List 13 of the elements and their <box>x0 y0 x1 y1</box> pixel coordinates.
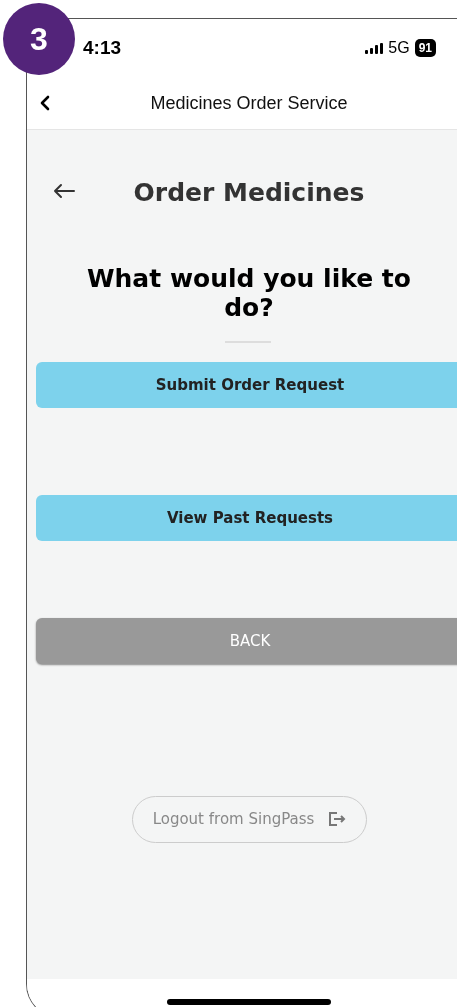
signal-icon <box>365 42 384 54</box>
nav-title: Medicines Order Service <box>149 92 349 114</box>
battery-level: 91 <box>414 39 436 57</box>
action-button[interactable]: View Past Requests <box>36 494 457 541</box>
question-heading: What would you like to do? <box>86 265 412 323</box>
network-label: 5G <box>388 39 410 57</box>
page-title: Order Medicines <box>133 178 365 207</box>
status-time: 4:13 <box>83 37 122 59</box>
back-chevron-icon[interactable] <box>40 95 50 111</box>
logout-icon <box>328 811 347 827</box>
step-badge: 3 <box>3 3 75 75</box>
back-arrow-icon[interactable] <box>53 183 75 199</box>
action-button[interactable]: Submit Order Request <box>36 361 457 408</box>
